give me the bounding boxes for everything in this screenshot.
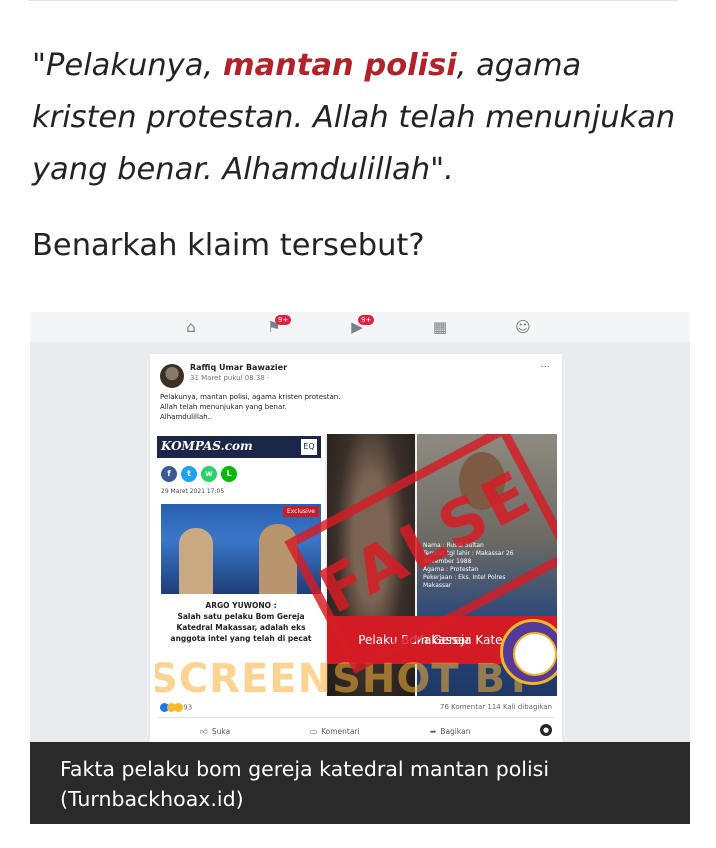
home-icon[interactable]: ⌂: [182, 318, 200, 336]
comment-icon: ▭: [310, 727, 318, 736]
claim-quote: "Pelakunya, mantan polisi, agama kristen…: [32, 48, 676, 187]
kompas-date: 29 Maret 2021 17:05: [161, 488, 225, 495]
post-date[interactable]: 31 Maret pukul 08.38 ·: [190, 374, 269, 382]
facebook-icon: f: [161, 466, 177, 482]
watermark-text: SCREENSHOT BY: [155, 656, 534, 696]
exclusive-badge: Exclusive: [282, 506, 319, 517]
post-divider: [158, 717, 554, 718]
kompas-logo: KOMPAS.com EQ: [157, 436, 321, 458]
image-caption: Fakta pelaku bom gereja katedral mantan …: [30, 742, 690, 824]
facebook-navbar: ⌂ ⚑ 9+ ▶ 9+ ▦ ☺: [30, 312, 690, 342]
reactions[interactable]: 93: [160, 703, 192, 712]
more-options-icon[interactable]: ···: [540, 362, 550, 373]
share-button[interactable]: ➦ Bagikan: [430, 727, 470, 736]
thumbs-up-icon: 👍︎: [200, 727, 208, 736]
embedded-screenshot: ⌂ ⚑ 9+ ▶ 9+ ▦ ☺ Raffiq Umar Bawazier 31 Ma…: [30, 312, 690, 824]
whatsapp-icon: w: [201, 466, 217, 482]
post-text: Pelakunya, mantan polisi, agama kristen …: [160, 393, 341, 421]
notification-badge: 9+: [275, 315, 292, 325]
post-image[interactable]: KOMPAS.com EQ f t w L 29 Maret 2021 17:0…: [155, 434, 557, 696]
turnbackhoax-seal: [500, 619, 557, 685]
audience-selector-icon[interactable]: ●: [540, 724, 552, 736]
comment-button[interactable]: ▭ Komentari: [310, 727, 360, 736]
argo-statement: ARGO YUWONO : Salah satu pelaku Bom Gere…: [170, 601, 312, 643]
flag-icon[interactable]: ⚑ 9+: [265, 315, 292, 336]
share-icon: ➦: [430, 727, 437, 736]
question-text: Benarkah klaim tersebut?: [32, 228, 425, 263]
reaction-count: 93: [183, 703, 193, 712]
avatar[interactable]: [160, 364, 184, 388]
twitter-icon: t: [181, 466, 197, 482]
notification-badge: 9+: [358, 315, 375, 325]
facebook-post: Raffiq Umar Bawazier 31 Maret pukul 08.3…: [150, 354, 562, 744]
post-stats[interactable]: 76 Komentar 114 Kali dibagikan: [440, 703, 552, 711]
marketplace-icon[interactable]: ▦: [431, 318, 449, 336]
top-divider: [28, 0, 678, 1]
post-author[interactable]: Raffiq Umar Bawazier: [190, 363, 287, 372]
groups-icon[interactable]: ☺: [514, 318, 532, 336]
highlight-text: mantan polisi: [222, 48, 457, 83]
line-icon: L: [221, 466, 237, 482]
video-icon[interactable]: ▶ 9+: [348, 315, 375, 336]
like-button[interactable]: 👍︎ Suka: [200, 727, 230, 737]
